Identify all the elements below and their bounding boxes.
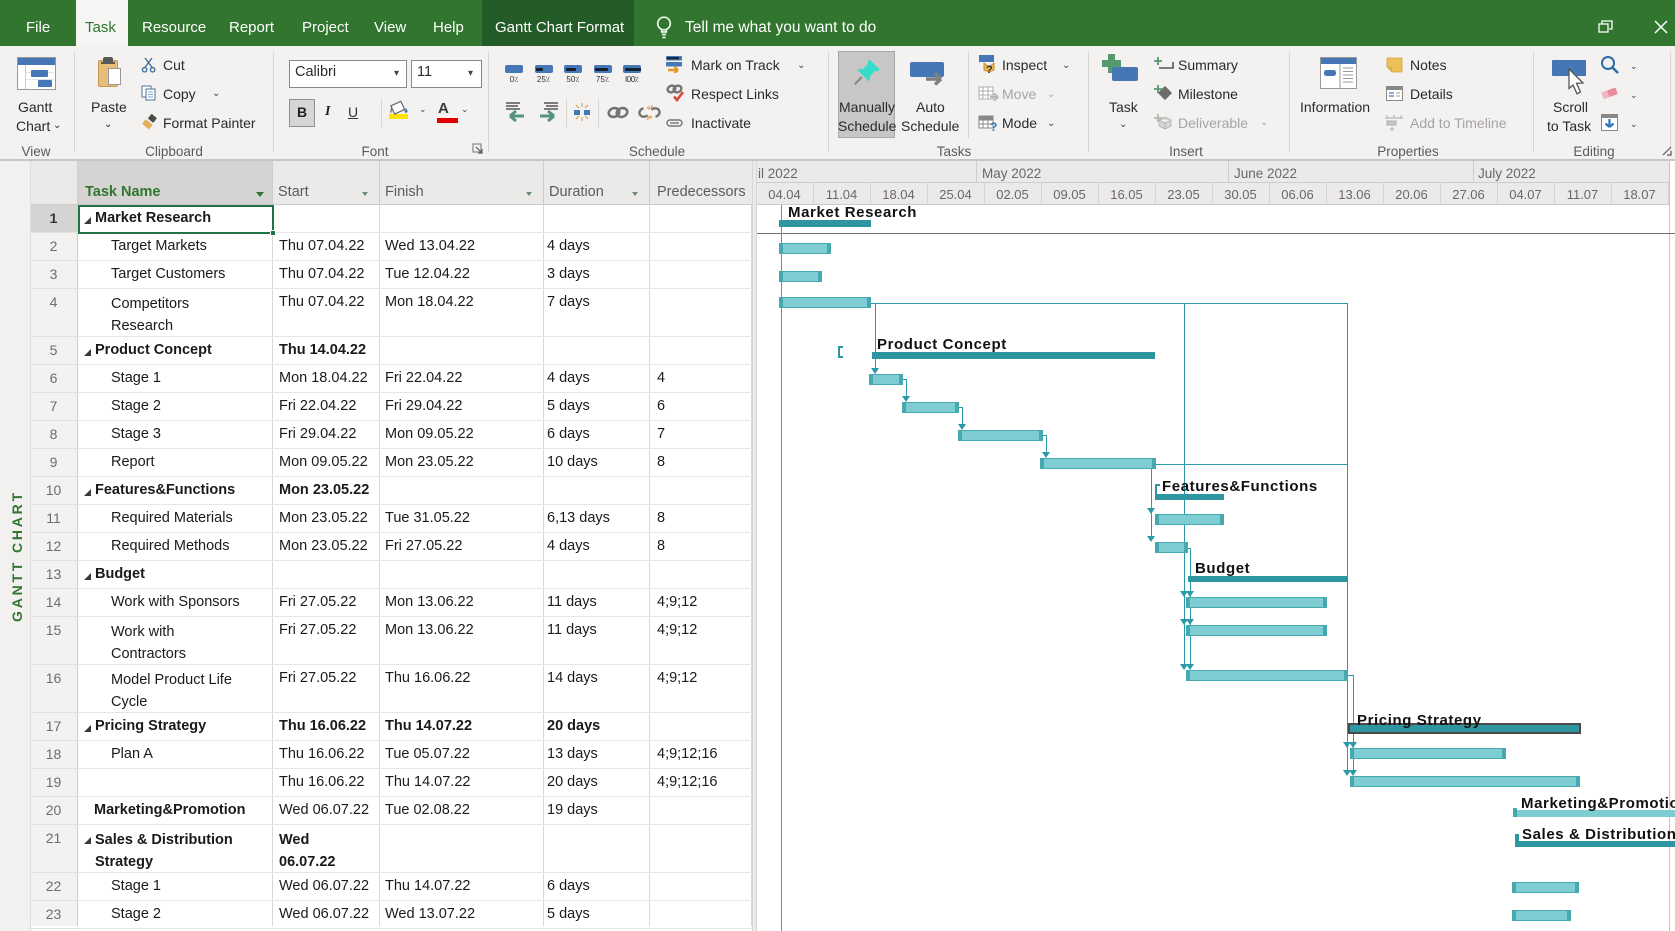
svg-text:?: ?	[986, 64, 993, 76]
svg-text:?: ?	[990, 120, 997, 132]
